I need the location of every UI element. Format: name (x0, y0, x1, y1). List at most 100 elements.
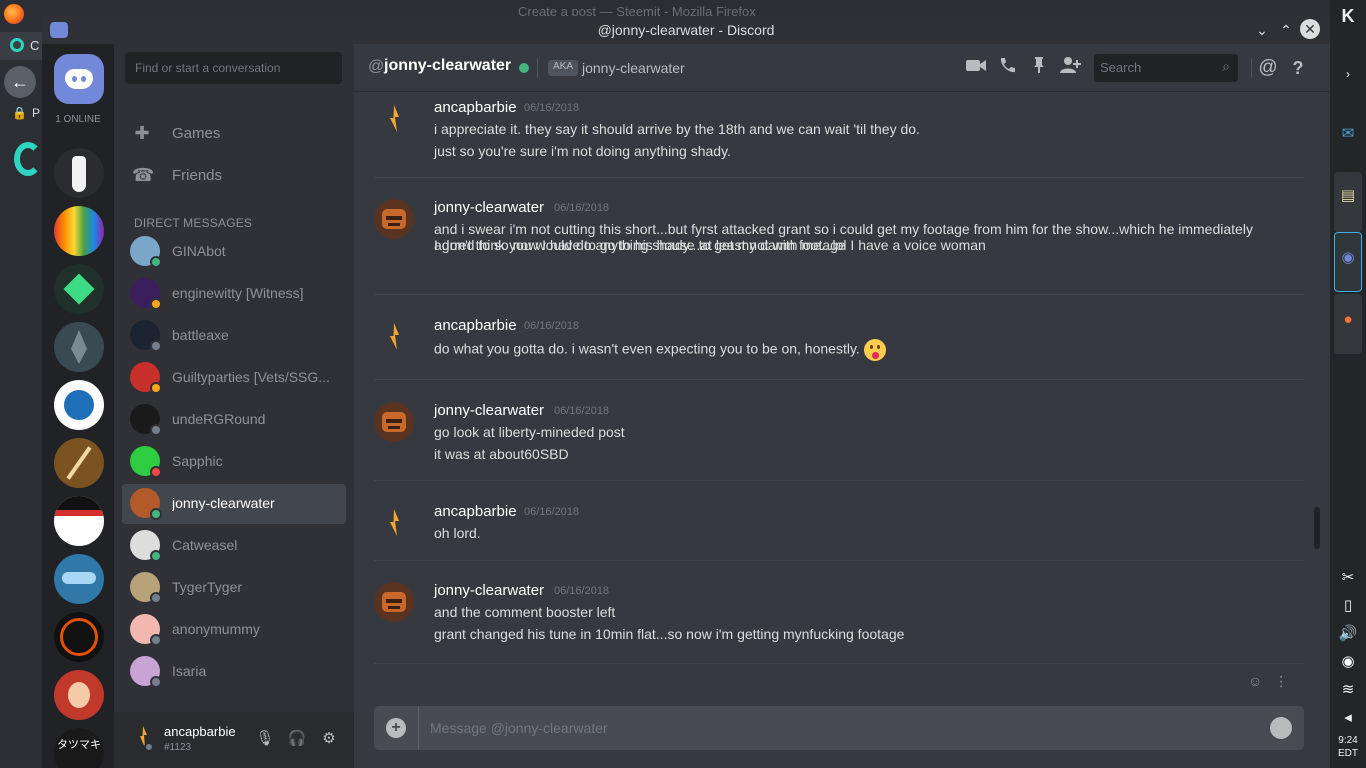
dm-name: Isaria (172, 663, 207, 679)
window-titlebar[interactable]: @jonny-clearwater - Discord ⌄ ⌃ ✕ (42, 16, 1330, 44)
upload-plus-icon[interactable]: + (386, 718, 406, 738)
dm-item[interactable]: jonny-clearwater (122, 484, 346, 524)
nav-friends[interactable]: ☎ Friends (122, 155, 346, 195)
hide-tray-icon[interactable]: ◂ (1336, 706, 1360, 730)
discord-home-button[interactable] (54, 54, 104, 104)
server-icon-llama[interactable] (54, 148, 104, 198)
message-text: I don't think you would do anything shad… (434, 237, 1254, 253)
pin-icon[interactable] (1027, 56, 1051, 80)
message-author[interactable]: ancapbarbie (434, 317, 517, 334)
message-text-content: go look at liberty-mineded post (434, 424, 625, 440)
dm-item[interactable]: GINAbot (122, 232, 346, 272)
voice-call-icon[interactable] (995, 56, 1019, 80)
discord-logo-icon (65, 69, 93, 89)
message-timestamp: 06/16/2018 (524, 320, 580, 332)
wifi-icon[interactable]: ≋ (1336, 678, 1360, 702)
server-icon-rainbow[interactable] (54, 206, 104, 256)
maximize-button[interactable]: ⌃ (1276, 20, 1296, 40)
kde-menu-icon[interactable]: K (1336, 4, 1360, 28)
video-call-icon[interactable] (964, 56, 988, 80)
mail-icon[interactable]: ✉ (1336, 122, 1360, 146)
message-author[interactable]: ancapbarbie (434, 503, 517, 520)
server-icon-coffee[interactable] (54, 380, 104, 430)
server-icon-anime[interactable] (54, 670, 104, 720)
dm-item[interactable]: Isaria (122, 652, 346, 692)
clipboard-icon[interactable]: ▯ (1336, 594, 1360, 618)
message-avatar[interactable] (374, 582, 414, 622)
add-friend-icon[interactable] (1058, 56, 1082, 80)
message-avatar[interactable] (374, 317, 414, 357)
dm-item[interactable]: undeRGRound (122, 400, 346, 440)
dm-item[interactable]: Sapphic (122, 442, 346, 482)
server-icon-ethereum[interactable] (54, 322, 104, 372)
dm-item[interactable]: battleaxe (122, 316, 346, 356)
message-text-content: do what you gotta do. i wasn't even expe… (434, 340, 860, 357)
url-fragment: P (32, 106, 41, 120)
settings-gear-icon[interactable]: ⚙ (318, 728, 340, 750)
clock[interactable]: 9:24 EDT (1330, 734, 1366, 760)
message-input[interactable]: Message @jonny-clearwater (430, 720, 608, 736)
emoji-picker-icon[interactable] (1270, 717, 1292, 739)
steemit-logo-icon (14, 142, 42, 176)
dm-name: anonymummy (172, 621, 260, 637)
minimize-button[interactable]: ⌄ (1252, 20, 1272, 40)
dm-item[interactable]: Guiltyparties [Vets/SSG... (122, 358, 346, 398)
dm-item[interactable]: anonymummy (122, 610, 346, 650)
message-actions: ☺ ⋮ (1248, 673, 1288, 690)
message-avatar[interactable] (374, 199, 414, 239)
dm-item[interactable]: Catweasel (122, 526, 346, 566)
message-text: go look at liberty-mineded post (434, 424, 1254, 440)
discord-tray-icon[interactable]: ◉ (1336, 650, 1360, 674)
more-options-icon[interactable]: ⋮ (1274, 673, 1288, 689)
recipient-name[interactable]: jonny-clearwater (384, 57, 511, 75)
message-avatar[interactable] (374, 503, 414, 543)
server-icon-dark-ring[interactable] (54, 612, 104, 662)
nav-games[interactable]: ✚ Games (122, 113, 346, 153)
mentions-icon[interactable]: @ (1256, 56, 1280, 80)
microphone-icon[interactable]: 🎙 (254, 728, 276, 750)
firefox-icon[interactable] (4, 4, 24, 24)
message-author[interactable]: jonny-clearwater (434, 199, 544, 216)
online-count: 1 ONLINE (55, 114, 101, 125)
message-divider (374, 379, 1304, 380)
steemit-tab-icon (10, 38, 24, 52)
back-arrow-icon[interactable]: ← (4, 66, 36, 98)
discord-task-icon: ◉ (1341, 249, 1355, 266)
message-scrollbar[interactable] (1314, 507, 1320, 549)
aka-badge: AKA (548, 60, 579, 76)
headphones-icon[interactable]: 🎧 (286, 728, 308, 750)
server-icon-star[interactable] (54, 264, 104, 314)
browser-tab-label: C (30, 38, 40, 53)
search-input[interactable]: Search ⌕ (1094, 54, 1238, 82)
close-button[interactable]: ✕ (1300, 19, 1320, 39)
message-composer[interactable]: + Message @jonny-clearwater (374, 706, 1304, 750)
server-icon-blue-logo[interactable] (54, 554, 104, 604)
dm-name: Guiltyparties [Vets/SSG... (172, 369, 330, 385)
server-icon-bro-sports[interactable] (54, 496, 104, 546)
dm-item[interactable]: TygerTyger (122, 568, 346, 608)
message-text: it was at about60SBD (434, 446, 1254, 462)
scissors-icon[interactable]: ✂ (1336, 566, 1360, 590)
message-author[interactable]: ancapbarbie (434, 99, 517, 116)
volume-icon[interactable]: 🔊 (1336, 622, 1360, 646)
message-divider (374, 177, 1304, 178)
dm-name: enginewitty [Witness] (172, 285, 304, 301)
message-timestamp: 06/16/2018 (554, 202, 610, 214)
help-icon[interactable]: ? (1286, 56, 1310, 80)
dm-item[interactable]: enginewitty [Witness] (122, 274, 346, 314)
logo-eye-left (72, 76, 77, 82)
panel-expand-icon[interactable]: › (1336, 62, 1360, 86)
server-icon-tatsumaki[interactable]: タツマキ (54, 728, 104, 768)
friends-icon: ☎ (132, 165, 155, 185)
server-list: 1 ONLINE タツマキ (42, 44, 114, 768)
message-author[interactable]: jonny-clearwater (434, 582, 544, 599)
message-author[interactable]: jonny-clearwater (434, 402, 544, 419)
server-icon-quill[interactable] (54, 438, 104, 488)
user-tag: #1123 (164, 742, 192, 753)
message-avatar[interactable] (374, 402, 414, 442)
background-browser-titlebar: Create a post — Steemit - Mozilla Firefo… (42, 0, 1330, 19)
message-avatar[interactable] (374, 99, 414, 139)
dm-sidebar: Find or start a conversation ✚ Games ☎ F… (114, 44, 354, 768)
add-reaction-icon[interactable]: ☺ (1248, 673, 1262, 689)
find-conversation-input[interactable]: Find or start a conversation (125, 52, 342, 84)
